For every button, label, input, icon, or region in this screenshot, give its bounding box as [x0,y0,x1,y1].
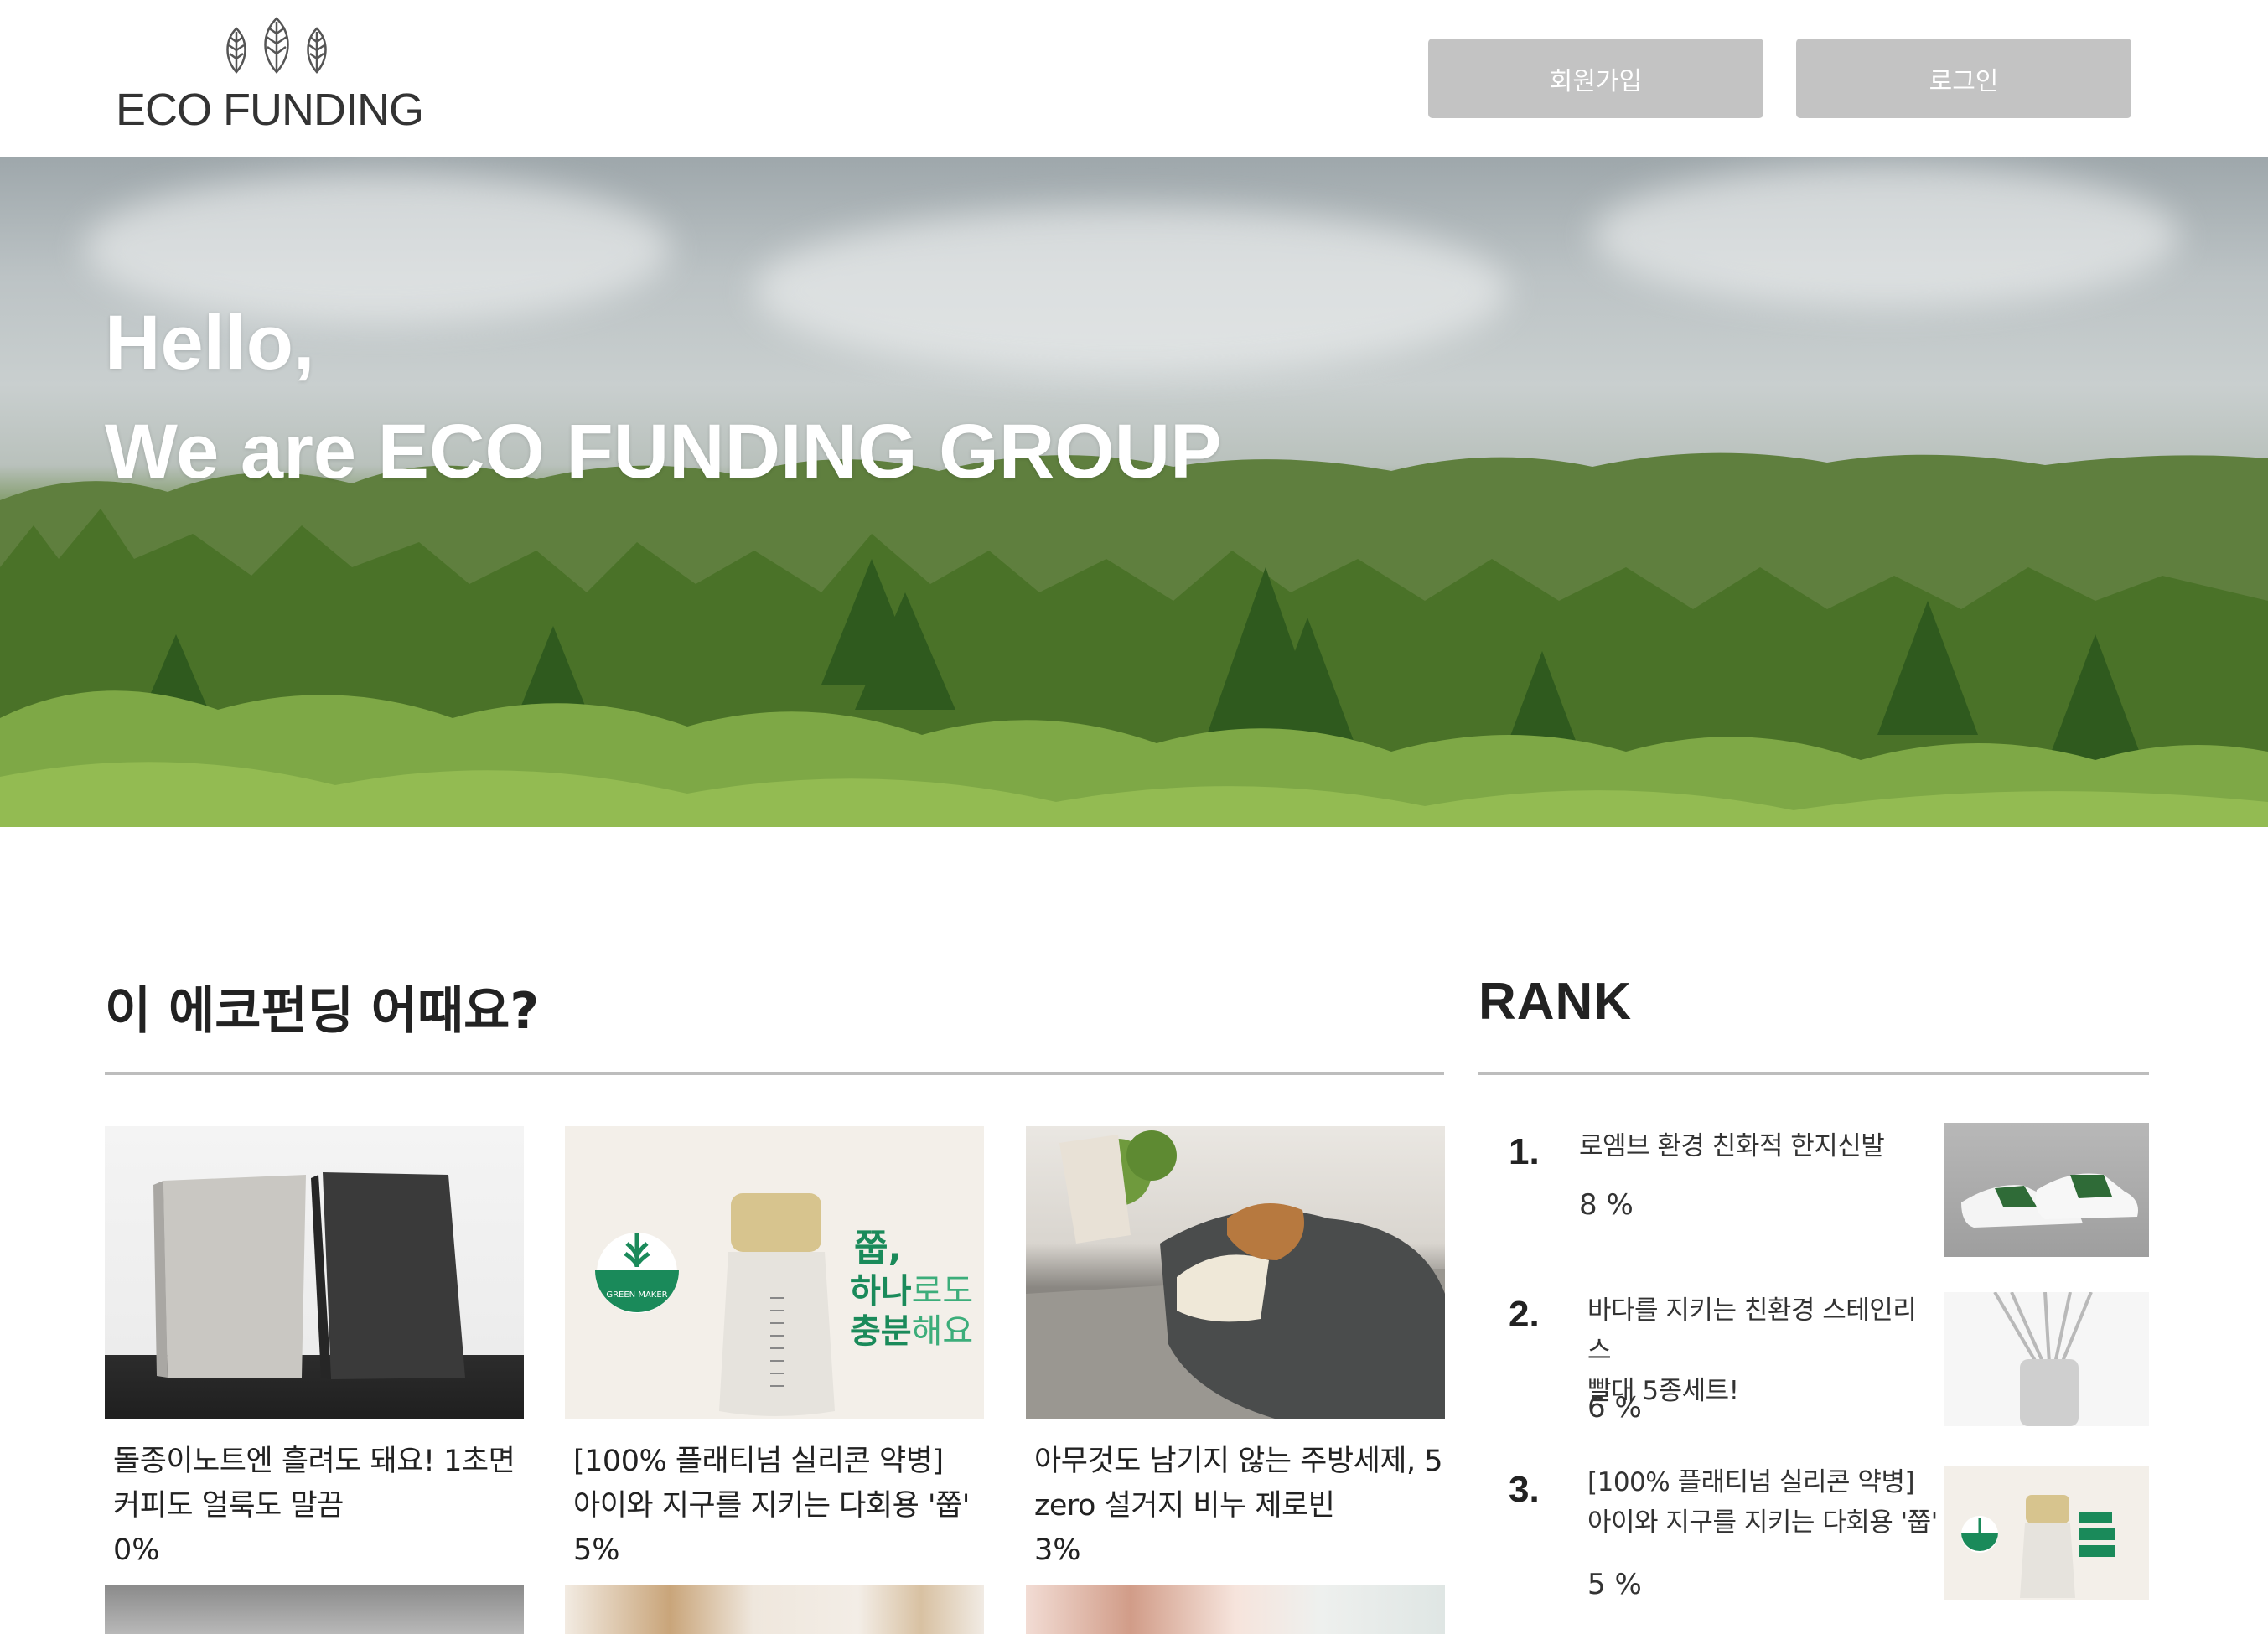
rank-number: 1. [1509,1131,1540,1172]
shoe-product-image [1944,1123,2149,1257]
card-title-line: zero 설거지 비누 제로빈 [1034,1489,1335,1523]
bottle-product-image: GREEN MAKER 쭙, 하나로도 충분해요 [565,1126,984,1419]
rank-item[interactable]: 2. 바다를 지키는 친환경 스테인리스 빨대 5종세트! 6 % [1478,1290,2149,1433]
signup-button[interactable]: 회원가입 [1428,39,1763,118]
card-title-line: [100% 플래티넘 실리콘 약병] [573,1445,944,1478]
section-divider [1478,1072,2149,1075]
svg-text:하나로도: 하나로도 [850,1272,973,1311]
bottle-product-image [1944,1466,2149,1600]
rank-percent: 8 % [1579,1188,1634,1222]
rank-title-line: 바다를 지키는 친환경 스테인리스 [1587,1295,1917,1366]
bottle-slogan: 쭙, [854,1227,902,1269]
straw-illustration [1993,1292,2093,1426]
bottle-slogan: 충분 [850,1312,912,1351]
funding-percent: 3% [1034,1533,1081,1567]
notebook-illustration [153,1172,465,1379]
soap-illustration [1026,1130,1445,1419]
rank-title-line: [100% 플래티넘 실리콘 약병] [1587,1467,1915,1497]
rank-item[interactable]: 3. [100% 플래티넘 실리콘 약병] 아이와 지구를 지키는 다회용 '쭙… [1478,1462,2149,1609]
svg-text:충분해요: 충분해요 [850,1312,973,1351]
funding-card[interactable]: 아무것도 남기지 않는 주방세제, 5 zero 설거지 비누 제로빈 3% [1026,1126,1445,1572]
straw-product-image [1944,1292,2149,1426]
soap-product-image [1026,1126,1445,1419]
login-button[interactable]: 로그인 [1796,39,2131,118]
funding-card[interactable]: 돌종이노트엔 흘려도 돼요! 1초면 커피도 얼룩도 말끔 0% [105,1126,524,1572]
rank-number: 3. [1509,1469,1540,1510]
bottle-illustration [1961,1495,2115,1598]
green-maker-badge: GREEN MAKER [606,1290,667,1300]
hero-banner: Hello, We are ECO FUNDING GROUP [0,157,2268,827]
funding-percent: 0% [113,1533,160,1567]
hero-headline: We are ECO FUNDING GROUP [105,409,1222,494]
funding-card-image-partial[interactable] [105,1585,524,1634]
rank-title-line: 아이와 지구를 지키는 다회용 '쭙' [1587,1507,1938,1538]
leaf-logo-icon [226,17,327,74]
cloud-shape [1592,165,2179,308]
bottle-illustration: GREEN MAKER 쭙, 하나로도 충분해요 [595,1193,973,1416]
funding-percent: 5% [573,1533,620,1567]
card-title-line: 아이와 지구를 지키는 다회용 '쭙' [573,1489,970,1523]
rank-item[interactable]: 1. 로엠브 환경 친화적 한지신발 8 % [1478,1123,2149,1265]
bottle-slogan: 로도 [912,1272,974,1311]
notebook-product-image [105,1126,524,1419]
bottle-slogan: 하나 [850,1272,912,1311]
rank-percent: 5 % [1587,1568,1642,1601]
section-divider [105,1072,1444,1075]
recommend-section-title: 이 에코펀딩 어때요? [105,982,540,1041]
rank-number: 2. [1509,1294,1540,1335]
funding-card[interactable]: GREEN MAKER 쭙, 하나로도 충분해요 [100% 플래티넘 실리콘 … [565,1126,984,1572]
funding-card-image-partial[interactable] [1026,1585,1445,1634]
site-header: ECO FUNDING 회원가입 로그인 [0,0,2268,157]
funding-card-image-partial[interactable] [565,1585,984,1634]
rank-section-title: RANK [1478,973,1633,1031]
logo-text: ECO FUNDING [116,85,424,135]
sneaker-illustration [1961,1173,2138,1228]
card-title-line: 아무것도 남기지 않는 주방세제, 5 [1034,1445,1443,1478]
eco-funding-logo[interactable]: ECO FUNDING [116,17,434,142]
card-title-line: 커피도 얼룩도 말끔 [113,1489,344,1523]
hero-greeting: Hello, [105,300,315,385]
rank-percent: 6 % [1587,1391,1642,1425]
bottle-slogan: 해요 [912,1312,974,1351]
cloud-shape [754,207,1509,375]
card-title-line: 돌종이노트엔 흘려도 돼요! 1초면 [113,1445,515,1478]
rank-title-line: 로엠브 환경 친화적 한지신발 [1579,1131,1885,1161]
